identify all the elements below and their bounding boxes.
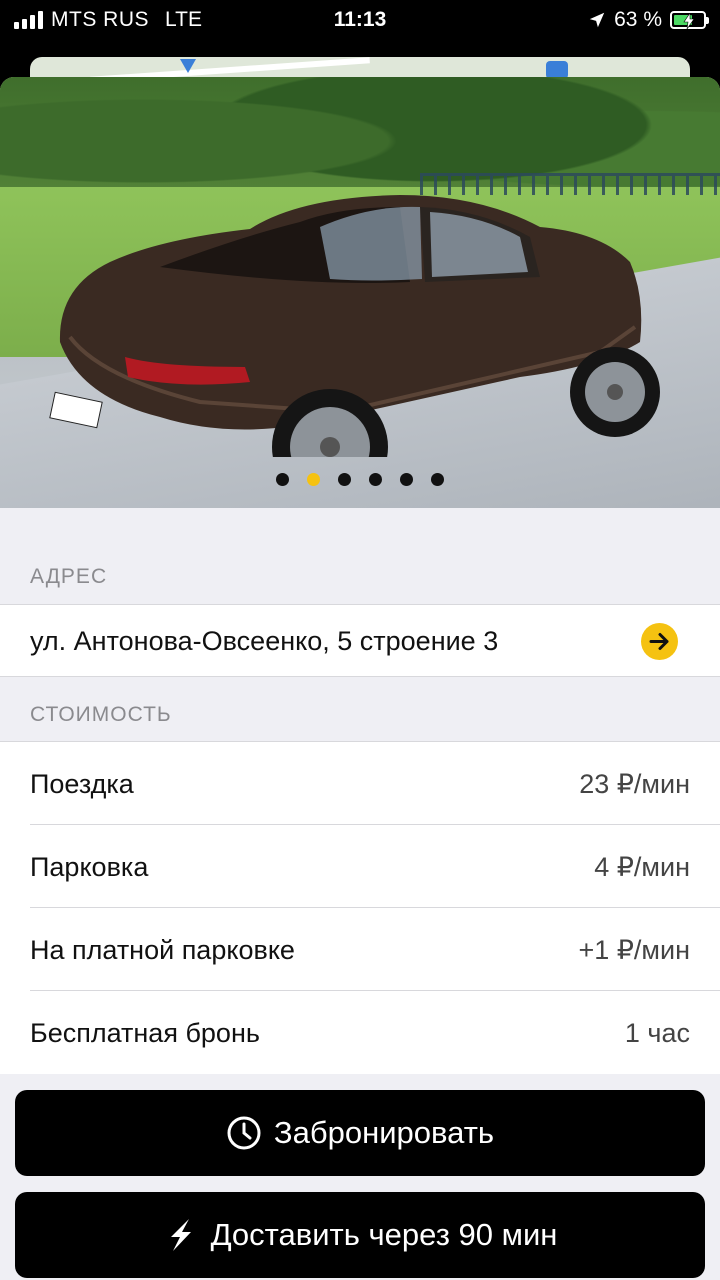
price-row-free-booking: Бесплатная бронь 1 час xyxy=(0,991,720,1074)
deliver-button-label: Доставить через 90 мин xyxy=(210,1217,558,1252)
deliver-button[interactable]: Доставить через 90 мин xyxy=(15,1192,705,1278)
gallery-dot[interactable] xyxy=(431,473,444,486)
car-details-sheet: АДРЕС ул. Антонова-Овсеенко, 5 строение … xyxy=(0,77,720,1280)
price-value: 4 ₽/мин xyxy=(594,852,690,882)
price-value: 1 час xyxy=(624,1018,690,1048)
gallery-dot[interactable] xyxy=(338,473,351,486)
map-pin-icon xyxy=(180,59,196,73)
pricing-list: Поездка 23 ₽/мин Парковка 4 ₽/мин На пла… xyxy=(0,741,720,1074)
clock-icon xyxy=(227,1116,261,1150)
battery-percent: 63 % xyxy=(614,8,662,31)
price-name: На платной парковке xyxy=(30,935,295,965)
book-button[interactable]: Забронировать xyxy=(15,1090,705,1176)
charging-bolt-icon xyxy=(683,13,695,29)
price-row-trip: Поездка 23 ₽/мин xyxy=(0,742,720,825)
gallery-dot[interactable] xyxy=(307,473,320,486)
price-row-paid-parking: На платной парковке +1 ₽/мин xyxy=(0,908,720,991)
price-value: 23 ₽/мин xyxy=(579,769,690,799)
status-bar: MTS RUS LTE 11:13 63 % xyxy=(0,0,720,40)
address-section-label: АДРЕС xyxy=(30,565,108,588)
gallery-dot[interactable] xyxy=(276,473,289,486)
car-photo-gallery[interactable] xyxy=(0,77,720,508)
address-text: ул. Антонова-Овсеенко, 5 строение 3 xyxy=(30,626,499,656)
address-row[interactable]: ул. Антонова-Овсеенко, 5 строение 3 xyxy=(0,604,720,677)
gallery-page-indicator[interactable] xyxy=(0,473,720,486)
price-row-parking: Парковка 4 ₽/мин xyxy=(0,825,720,908)
price-name: Бесплатная бронь xyxy=(30,1018,260,1048)
navigate-button[interactable] xyxy=(641,623,678,660)
arrow-right-icon xyxy=(649,633,669,650)
book-button-label: Забронировать xyxy=(273,1115,495,1150)
gallery-dot[interactable] xyxy=(369,473,382,486)
price-name: Поездка xyxy=(30,769,134,799)
gallery-dot[interactable] xyxy=(400,473,413,486)
battery-icon xyxy=(670,11,709,29)
pricing-section-label: СТОИМОСТЬ xyxy=(30,703,172,726)
car-image xyxy=(49,195,660,457)
lightning-icon xyxy=(170,1219,191,1251)
location-arrow-icon xyxy=(589,12,605,28)
price-value: +1 ₽/мин xyxy=(578,935,690,965)
price-name: Парковка xyxy=(30,852,149,882)
